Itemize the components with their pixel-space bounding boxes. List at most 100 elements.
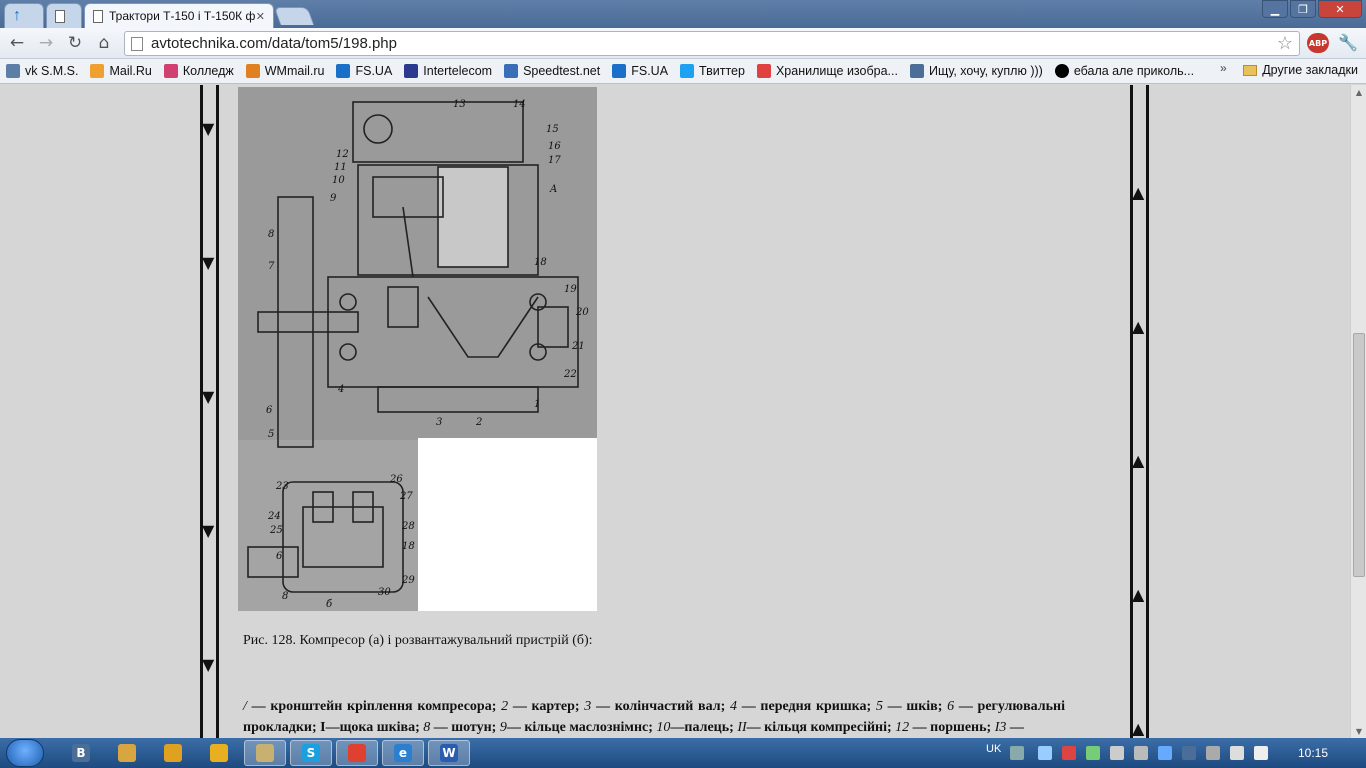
vk-tray-icon[interactable] bbox=[1182, 746, 1196, 760]
device-icon[interactable] bbox=[1110, 746, 1124, 760]
legend-fragment: 10 bbox=[656, 720, 671, 735]
bookmark-item[interactable]: Speedtest.net bbox=[504, 64, 600, 78]
legend-fragment: — передня кришка; bbox=[736, 699, 876, 714]
browser-window: ↑ Трактори Т-150 і Т-150К ф ✕ ▁ ❐ ✕ ← → … bbox=[0, 0, 1366, 768]
svg-text:11: 11 bbox=[334, 162, 347, 173]
maximize-button[interactable]: ❐ bbox=[1290, 0, 1316, 18]
taskbar-button[interactable] bbox=[336, 740, 378, 766]
star-icon[interactable]: ☆ bbox=[1277, 33, 1293, 54]
legend-fragment: I3 bbox=[994, 720, 1007, 735]
chrome-up-arrow-icon: ↑ bbox=[13, 7, 21, 24]
arrow-up-icon: ▲ bbox=[1132, 719, 1145, 738]
wrench-icon[interactable]: 🔧 bbox=[1338, 33, 1358, 52]
svg-text:20: 20 bbox=[575, 307, 589, 318]
home-button[interactable]: ⌂ bbox=[92, 32, 116, 54]
reload-button[interactable]: ↻ bbox=[63, 32, 87, 54]
tab-active[interactable]: Трактори Т-150 і Т-150К ф ✕ bbox=[84, 3, 274, 28]
toolbar: ← → ↻ ⌂ avtotechnika.com/data/tom5/198.p… bbox=[0, 28, 1366, 59]
volume-icon[interactable] bbox=[1254, 746, 1268, 760]
black-circle-icon bbox=[1054, 64, 1069, 78]
bookmark-label: Колледж bbox=[182, 64, 234, 78]
adblock-button[interactable]: ABP bbox=[1307, 33, 1329, 53]
forward-button[interactable]: → bbox=[34, 32, 58, 54]
close-icon[interactable]: ✕ bbox=[256, 10, 265, 23]
figure-blank-area bbox=[418, 438, 597, 611]
address-bar[interactable]: avtotechnika.com/data/tom5/198.php ☆ bbox=[124, 31, 1300, 56]
legend-fragment: — картер; bbox=[508, 699, 585, 714]
skype-tray-icon[interactable] bbox=[1158, 746, 1172, 760]
antivirus-icon[interactable] bbox=[1062, 746, 1076, 760]
tab-pinned-up[interactable]: ↑ bbox=[4, 3, 44, 28]
page-icon bbox=[131, 36, 143, 51]
other-bookmarks[interactable]: Другие закладки bbox=[1243, 63, 1358, 77]
bookmark-item[interactable]: ебала але приколь... bbox=[1054, 64, 1194, 78]
scroll-thumb[interactable] bbox=[1353, 333, 1365, 577]
bookmark-item[interactable]: Intertelecom bbox=[404, 64, 492, 78]
language-indicator[interactable]: UK bbox=[986, 743, 1001, 755]
bookmark-list: vk S.M.S. Mail.Ru Колледж WMmail.ru FS.UA Int… bbox=[6, 64, 1206, 78]
compressor-drawing: 13 14 15 16 17 12 11 10 9 A87 18 19 20 21 22 4 123… bbox=[238, 87, 597, 611]
chevron-right-icon[interactable]: » bbox=[1220, 61, 1227, 75]
bookmark-label: Mail.Ru bbox=[109, 64, 152, 78]
scroll-up-icon[interactable]: ▲ bbox=[1351, 85, 1366, 99]
svg-text:6: 6 bbox=[276, 551, 283, 562]
wifi-icon[interactable] bbox=[1038, 746, 1052, 760]
keyboard-icon[interactable] bbox=[1010, 746, 1024, 760]
svg-text:6: 6 bbox=[266, 405, 273, 416]
bookmark-item[interactable]: vk S.M.S. bbox=[6, 64, 78, 78]
legend-fragment: — колінчастий вал; bbox=[591, 699, 730, 714]
vertical-scrollbar[interactable]: ▲ ▼ bbox=[1350, 85, 1366, 738]
flag-icon[interactable] bbox=[1230, 746, 1244, 760]
bookmark-label: Speedtest.net bbox=[523, 64, 601, 78]
bookmark-item[interactable]: Твиттер bbox=[680, 64, 745, 78]
svg-text:12: 12 bbox=[336, 149, 349, 160]
monitor-icon[interactable] bbox=[1134, 746, 1148, 760]
arrow-left-icon: ← bbox=[9, 33, 25, 53]
taskbar-button[interactable]: S bbox=[290, 740, 332, 766]
vk-icon bbox=[6, 64, 20, 78]
bookmark-item[interactable]: FS.UA bbox=[336, 64, 392, 78]
bookmark-item[interactable]: Колледж bbox=[163, 64, 234, 78]
twitter-icon bbox=[680, 64, 695, 78]
figure-caption: Рис. 128. Компресор (а) і розвантажуваль… bbox=[243, 633, 593, 648]
home-icon: ⌂ bbox=[98, 33, 110, 53]
taskbar-button[interactable] bbox=[244, 740, 286, 766]
intertelecom-icon bbox=[404, 64, 419, 78]
app-tray-icon[interactable] bbox=[1086, 746, 1100, 760]
svg-text:10: 10 bbox=[332, 175, 345, 186]
minimize-button[interactable]: ▁ bbox=[1262, 0, 1288, 18]
bookmark-item[interactable]: FS.UA bbox=[612, 64, 668, 78]
page-content: ▼ ▼ ▼ ▼ ▼ ▲ ▲ ▲ ▲ ▲ 13 14 15 16 17 12 11… bbox=[0, 85, 1350, 738]
svg-text:26: 26 bbox=[389, 474, 403, 485]
taskbar-button[interactable]: B bbox=[60, 740, 102, 766]
legend-fragment: 9 bbox=[499, 720, 507, 735]
svg-text:22: 22 bbox=[563, 369, 577, 380]
legend-fragment: — шків; bbox=[882, 699, 948, 714]
back-button[interactable]: ← bbox=[5, 32, 29, 54]
network-icon[interactable] bbox=[1206, 746, 1220, 760]
tab-blank[interactable] bbox=[46, 3, 82, 28]
taskbar-button[interactable]: W bbox=[428, 740, 470, 766]
taskbar-button[interactable] bbox=[198, 740, 240, 766]
start-button[interactable] bbox=[6, 739, 44, 767]
scroll-down-icon[interactable]: ▼ bbox=[1351, 724, 1366, 738]
clock[interactable]: 10:15 bbox=[1298, 746, 1328, 760]
arrow-up-icon: ▲ bbox=[1132, 183, 1145, 202]
taskbar-button[interactable]: e bbox=[382, 740, 424, 766]
svg-text:27: 27 bbox=[399, 491, 413, 502]
new-tab-button[interactable] bbox=[273, 7, 315, 25]
svg-text:13: 13 bbox=[453, 99, 466, 110]
right-rail-decoration: ▲ ▲ ▲ ▲ ▲ bbox=[1130, 85, 1150, 738]
arrow-down-icon: ▼ bbox=[202, 387, 215, 406]
left-rail-decoration: ▼ ▼ ▼ ▼ ▼ bbox=[200, 85, 220, 738]
bookmark-item[interactable]: WMmail.ru bbox=[245, 64, 324, 78]
window-controls: ▁ ❐ ✕ bbox=[1262, 0, 1362, 18]
bookmark-item[interactable]: Mail.Ru bbox=[90, 64, 152, 78]
svg-text:16: 16 bbox=[548, 141, 561, 152]
bookmark-item[interactable]: Ищу, хочу, куплю ))) bbox=[909, 64, 1043, 78]
close-window-button[interactable]: ✕ bbox=[1318, 0, 1362, 18]
bookmark-item[interactable]: Хранилище изобра... bbox=[756, 64, 898, 78]
taskbar-button[interactable] bbox=[152, 740, 194, 766]
taskbar-button[interactable] bbox=[106, 740, 148, 766]
speedtest-icon bbox=[504, 64, 519, 78]
